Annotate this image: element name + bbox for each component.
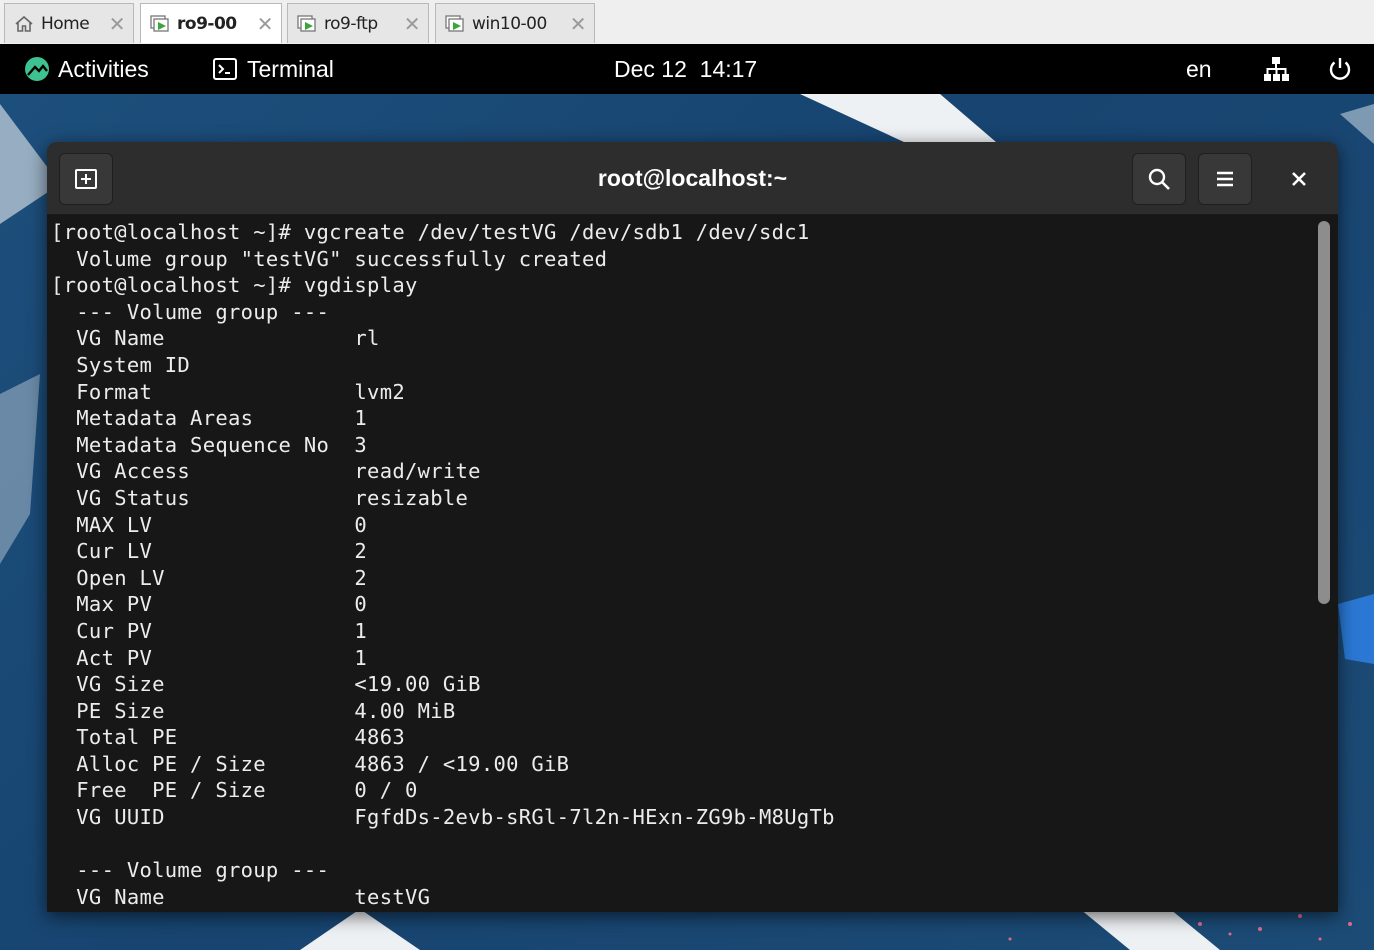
terminal-line: Format lvm2 [51,379,405,404]
app-menu-terminal[interactable]: Terminal [213,44,334,94]
terminal-line: Max PV 0 [51,592,368,617]
close-icon[interactable]: ✕ [404,12,421,36]
terminal-line: Metadata Sequence No 3 [51,432,368,457]
terminal-line: PE Size 4.00 MiB [51,698,456,723]
vm-icon [297,14,316,32]
tab-ro9-00[interactable]: ro9-00 ✕ [140,3,282,43]
tab-win10-00[interactable]: win10-00 ✕ [435,3,595,43]
language-indicator[interactable]: en [1186,44,1212,94]
network-icon[interactable] [1263,44,1289,94]
terminal-line: Total PE 4863 [51,725,405,750]
terminal-line: MAX LV 0 [51,512,368,537]
rocky-logo-icon [25,57,49,81]
terminal-line: VG Name testVG [51,884,431,909]
terminal-line: Metadata Areas 1 [51,406,368,431]
terminal-line: System ID [51,352,191,377]
tab-ro9-ftp[interactable]: ro9-ftp ✕ [287,3,429,43]
tab-home[interactable]: Home ✕ [4,3,134,43]
tab-label: Home [41,13,90,34]
vm-icon [445,14,464,32]
close-button[interactable] [1277,158,1321,200]
terminal-line: VG Access read/write [51,459,481,484]
tab-label: ro9-ftp [324,13,378,34]
power-icon[interactable] [1327,44,1353,94]
search-button[interactable] [1132,153,1186,205]
terminal-line: VG Name rl [51,326,380,351]
terminal-output[interactable]: [root@localhost ~]# vgcreate /dev/testVG… [47,215,1338,912]
terminal-line: Alloc PE / Size 4863 / <19.00 GiB [51,751,570,776]
terminal-text: [root@localhost ~]# vgcreate /dev/testVG… [51,219,835,910]
hamburger-menu-icon [1217,171,1233,187]
terminal-line: [root@localhost ~]# vgdisplay [51,273,418,298]
terminal-line: Cur PV 1 [51,618,368,643]
terminal-line: --- Volume group --- [51,858,330,883]
activities-button[interactable]: Activities [24,44,149,94]
new-tab-icon [75,169,97,189]
close-icon[interactable]: ✕ [109,12,126,36]
terminal-window: root@localhost:~ [root@localhost ~]# vgc… [47,142,1338,912]
terminal-line: VG Status resizable [51,485,469,510]
terminal-line: Volume group "testVG" successfully creat… [51,246,608,271]
terminal-icon [213,58,237,80]
gnome-top-bar: Activities Terminal Dec 12 14:17 en [0,44,1374,94]
scrollbar-thumb[interactable] [1318,221,1330,604]
terminal-line: Act PV 1 [51,645,368,670]
close-icon[interactable]: ✕ [257,12,274,36]
app-label: Terminal [247,55,334,82]
tab-label: ro9-00 [177,13,237,34]
clock[interactable]: Dec 12 14:17 [614,44,757,94]
vm-tab-bar: Home ✕ ro9-00 ✕ ro9-ftp ✕ win10-00 ✕ [0,0,1374,45]
scrollbar[interactable] [1318,219,1330,909]
terminal-headerbar[interactable]: root@localhost:~ [47,142,1338,215]
terminal-line: VG Size <19.00 GiB [51,672,481,697]
terminal-line: Open LV 2 [51,565,368,590]
terminal-line: Free PE / Size 0 / 0 [51,778,418,803]
menu-button[interactable] [1198,153,1252,205]
terminal-line: VG UUID FgfdDs-2evb-sRGl-7l2n-HExn-ZG9b-… [51,805,835,830]
new-tab-button[interactable] [59,153,113,205]
home-icon [15,15,33,32]
terminal-line: [root@localhost ~]# vgcreate /dev/testVG… [51,220,810,244]
close-icon[interactable]: ✕ [570,12,587,36]
tab-label: win10-00 [472,13,547,34]
activities-label: Activities [58,55,149,82]
terminal-line: --- Volume group --- [51,299,330,324]
vm-icon [150,14,169,32]
terminal-line: Cur LV 2 [51,539,368,564]
close-icon [1292,172,1306,186]
search-icon [1148,168,1170,190]
